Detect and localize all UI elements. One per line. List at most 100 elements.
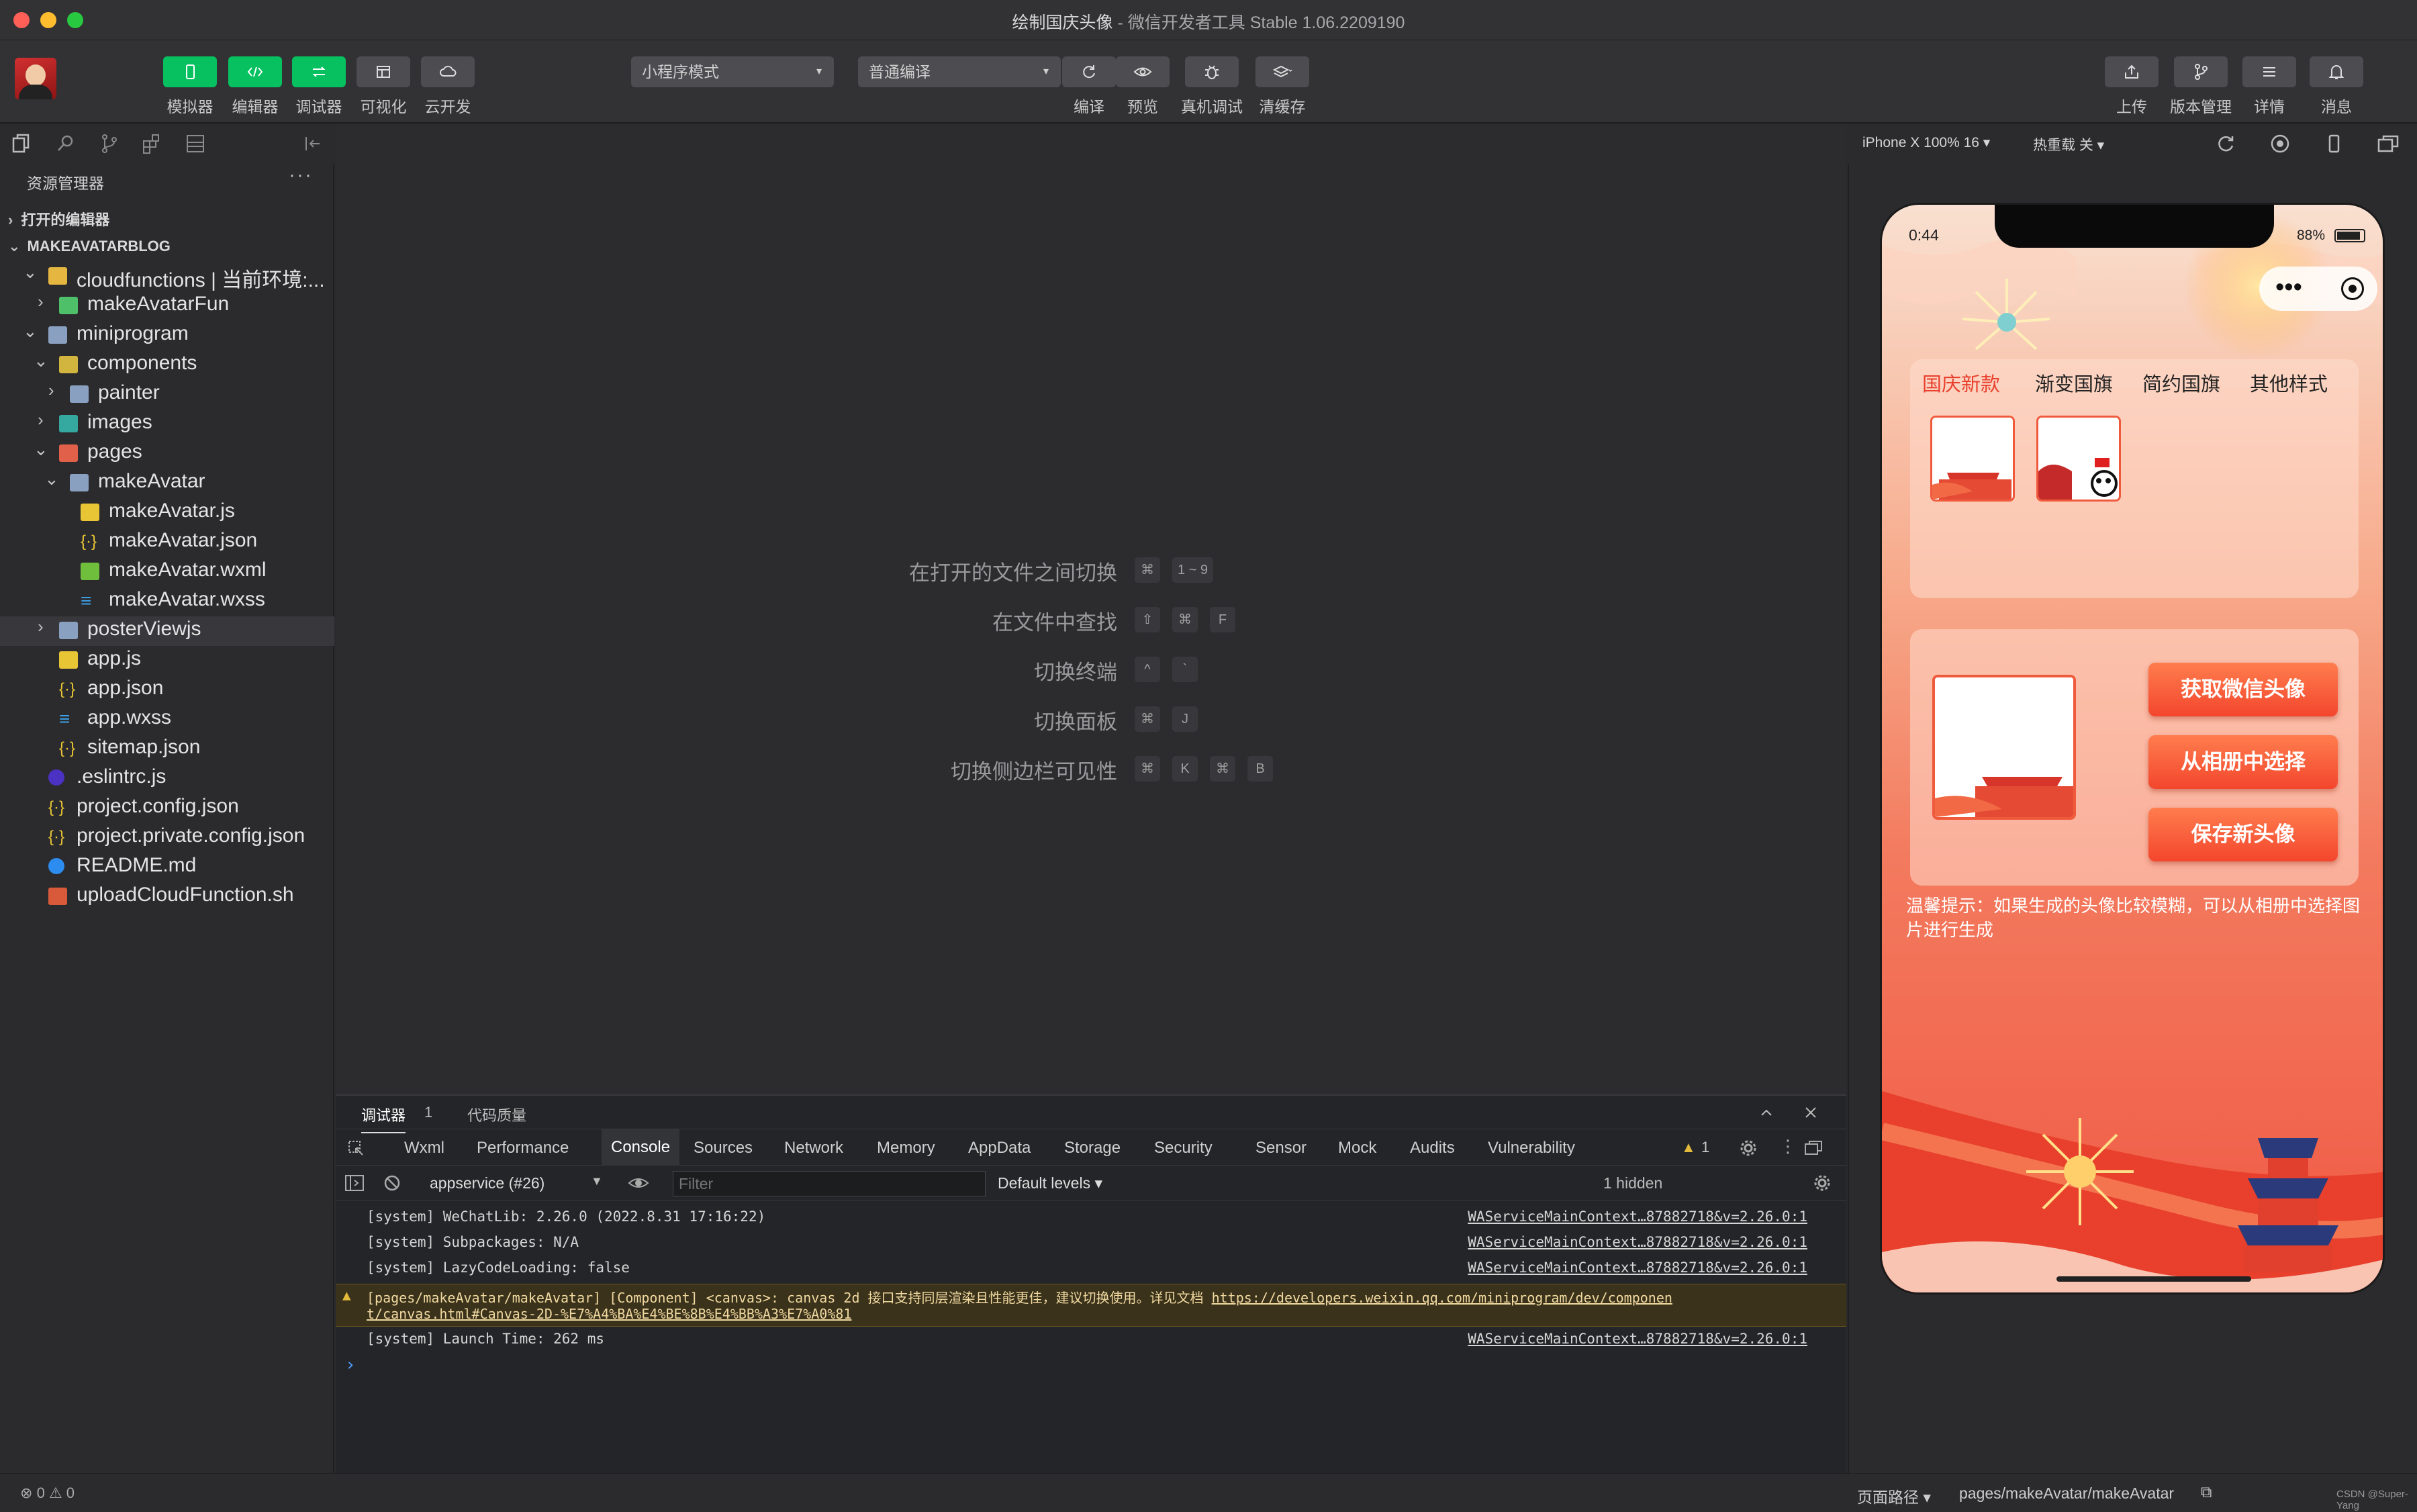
choose-from-album-button[interactable]: 从相册中选择: [2148, 735, 2338, 789]
chevron-down-icon[interactable]: ▼: [591, 1174, 603, 1188]
get-wechat-avatar-button[interactable]: 获取微信头像: [2148, 663, 2338, 716]
files-icon[interactable]: [9, 132, 34, 156]
extensions-icon[interactable]: [140, 132, 164, 156]
tab-code-quality[interactable]: 代码质量: [467, 1104, 526, 1125]
kebab-menu-icon[interactable]: ⋮: [1779, 1136, 1797, 1157]
log-source-link[interactable]: WAServiceMainContext…87882718&v=2.26.0:1: [1468, 1209, 1807, 1225]
tab-appdata[interactable]: AppData: [968, 1139, 1031, 1157]
simulator-toggle-button[interactable]: [163, 56, 217, 87]
tab-wxml[interactable]: Wxml: [404, 1139, 444, 1157]
tree-item-makeavatar-json[interactable]: {·} makeAvatar.json: [0, 528, 334, 557]
tree-item-makeavatarfun[interactable]: › makeAvatarFun: [0, 291, 334, 321]
close-icon[interactable]: [1803, 1105, 1818, 1120]
tree-item-app-js[interactable]: app.js: [0, 646, 334, 675]
inspect-icon[interactable]: [346, 1139, 365, 1157]
more-dots-icon[interactable]: •••: [2275, 272, 2302, 303]
copy-icon[interactable]: ⧉: [2201, 1483, 2212, 1501]
compile-select[interactable]: 普通编译 ▾: [858, 56, 1061, 87]
clear-cache-button[interactable]: [1255, 56, 1309, 87]
version-button[interactable]: [2174, 56, 2228, 87]
avatar-preview[interactable]: [1932, 675, 2076, 820]
console-settings-icon[interactable]: [1813, 1174, 1832, 1192]
collapse-sidebar-icon[interactable]: [301, 132, 325, 156]
tab-console[interactable]: Console: [602, 1129, 680, 1166]
tree-item-makeavatar[interactable]: ⌄ makeAvatar: [0, 469, 334, 498]
cloud-dev-button[interactable]: [421, 56, 475, 87]
log-source-link[interactable]: WAServiceMainContext…87882718&v=2.26.0:1: [1468, 1331, 1807, 1347]
undock-icon[interactable]: [1803, 1139, 1823, 1157]
tab-mock[interactable]: Mock: [1338, 1139, 1376, 1157]
tree-item-project-config[interactable]: {·} project.config.json: [0, 794, 334, 823]
avatar[interactable]: [15, 58, 56, 99]
source-control-icon[interactable]: [97, 132, 122, 156]
more-icon[interactable]: ···: [289, 164, 313, 187]
tree-item-app-json[interactable]: {·} app.json: [0, 675, 334, 705]
search-icon[interactable]: [54, 132, 78, 156]
rotate-icon[interactable]: [2216, 133, 2237, 154]
debugger-toggle-button[interactable]: [292, 56, 346, 87]
tab-storage[interactable]: Storage: [1064, 1139, 1121, 1157]
warning-doc-link-continued[interactable]: t/canvas.html#Canvas-2D-%E7%A4%BA%E4%BE%…: [367, 1306, 851, 1322]
tab-security[interactable]: Security: [1154, 1139, 1213, 1157]
tree-item-makeavatar-js[interactable]: makeAvatar.js: [0, 498, 334, 528]
context-select[interactable]: appservice (#26): [430, 1174, 544, 1192]
log-source-link[interactable]: WAServiceMainContext…87882718&v=2.26.0:1: [1468, 1260, 1807, 1276]
editor-toggle-button[interactable]: [228, 56, 282, 87]
tab-simple-flag[interactable]: 简约国旗: [2142, 369, 2220, 397]
warning-count[interactable]: 1: [1701, 1139, 1709, 1156]
tab-other-styles[interactable]: 其他样式: [2250, 369, 2328, 397]
page-path-select[interactable]: 页面路径 ▾: [1857, 1484, 1931, 1507]
problems-indicator[interactable]: ⊗ 0 ⚠ 0: [20, 1484, 75, 1502]
tab-gradient-flag[interactable]: 渐变国旗: [2035, 369, 2113, 397]
console-filter-input[interactable]: [673, 1171, 986, 1196]
tree-item-painter[interactable]: › painter: [0, 380, 334, 410]
log-source-link[interactable]: WAServiceMainContext…87882718&v=2.26.0:1: [1468, 1234, 1807, 1250]
template-thumbnail[interactable]: [2036, 416, 2121, 502]
preview-button[interactable]: [1116, 56, 1170, 87]
settings-gear-icon[interactable]: [1739, 1139, 1758, 1157]
tab-national-day-new[interactable]: 国庆新款: [1922, 369, 2000, 397]
tab-audits[interactable]: Audits: [1410, 1139, 1455, 1157]
clear-console-icon[interactable]: [383, 1174, 401, 1192]
hot-reload-select[interactable]: 热重载 关 ▾: [2033, 134, 2104, 154]
tree-item-readme[interactable]: README.md: [0, 853, 334, 882]
tab-performance[interactable]: Performance: [477, 1139, 569, 1157]
tree-item-posterviewjs[interactable]: › posterViewjs: [0, 616, 334, 646]
tab-memory[interactable]: Memory: [877, 1139, 935, 1157]
undock-simulator-icon[interactable]: [2377, 133, 2400, 154]
tree-item-makeavatar-wxml[interactable]: makeAvatar.wxml: [0, 557, 334, 587]
open-editors-section[interactable]: › 打开的编辑器: [8, 208, 109, 230]
tree-item-app-wxss[interactable]: ≡ app.wxss: [0, 705, 334, 735]
compile-button[interactable]: [1062, 56, 1116, 87]
upload-button[interactable]: [2105, 56, 2159, 87]
details-button[interactable]: [2242, 56, 2296, 87]
eye-icon[interactable]: [627, 1174, 650, 1192]
chevron-up-icon[interactable]: [1759, 1105, 1774, 1120]
panel-icon[interactable]: [183, 132, 207, 156]
tree-item-images[interactable]: › images: [0, 410, 334, 439]
tree-item-sitemap-json[interactable]: {·} sitemap.json: [0, 735, 334, 764]
tree-item-makeavatar-wxss[interactable]: ≡ makeAvatar.wxss: [0, 587, 334, 616]
tree-item-components[interactable]: ⌄ components: [0, 350, 334, 380]
visual-button[interactable]: [357, 56, 410, 87]
tree-item-pages[interactable]: ⌄ pages: [0, 439, 334, 469]
log-levels-select[interactable]: Default levels ▾: [998, 1174, 1102, 1192]
save-new-avatar-button[interactable]: 保存新头像: [2148, 808, 2338, 861]
tab-network[interactable]: Network: [784, 1139, 843, 1157]
message-button[interactable]: [2310, 56, 2363, 87]
tree-item-project-private-config[interactable]: {·} project.private.config.json: [0, 823, 334, 853]
tab-vulnerability[interactable]: Vulnerability: [1488, 1139, 1575, 1157]
warning-doc-link[interactable]: https://developers.weixin.qq.com/minipro…: [1212, 1290, 1672, 1306]
device-icon[interactable]: [2323, 133, 2344, 154]
record-icon[interactable]: [2269, 133, 2291, 154]
sidebar-toggle-icon[interactable]: [344, 1174, 365, 1192]
close-capsule-icon[interactable]: [2341, 277, 2364, 300]
tree-item-miniprogram[interactable]: ⌄ miniprogram: [0, 321, 334, 350]
mode-select[interactable]: 小程序模式 ▾: [631, 56, 834, 87]
remote-debug-button[interactable]: [1185, 56, 1239, 87]
template-thumbnail[interactable]: [1930, 416, 2015, 502]
console-prompt[interactable]: ›: [336, 1355, 1846, 1379]
project-section[interactable]: ⌄ MAKEAVATARBLOG: [8, 238, 171, 255]
device-select[interactable]: iPhone X 100% 16 ▾: [1862, 134, 1990, 151]
tree-item-upload-sh[interactable]: uploadCloudFunction.sh: [0, 882, 334, 912]
